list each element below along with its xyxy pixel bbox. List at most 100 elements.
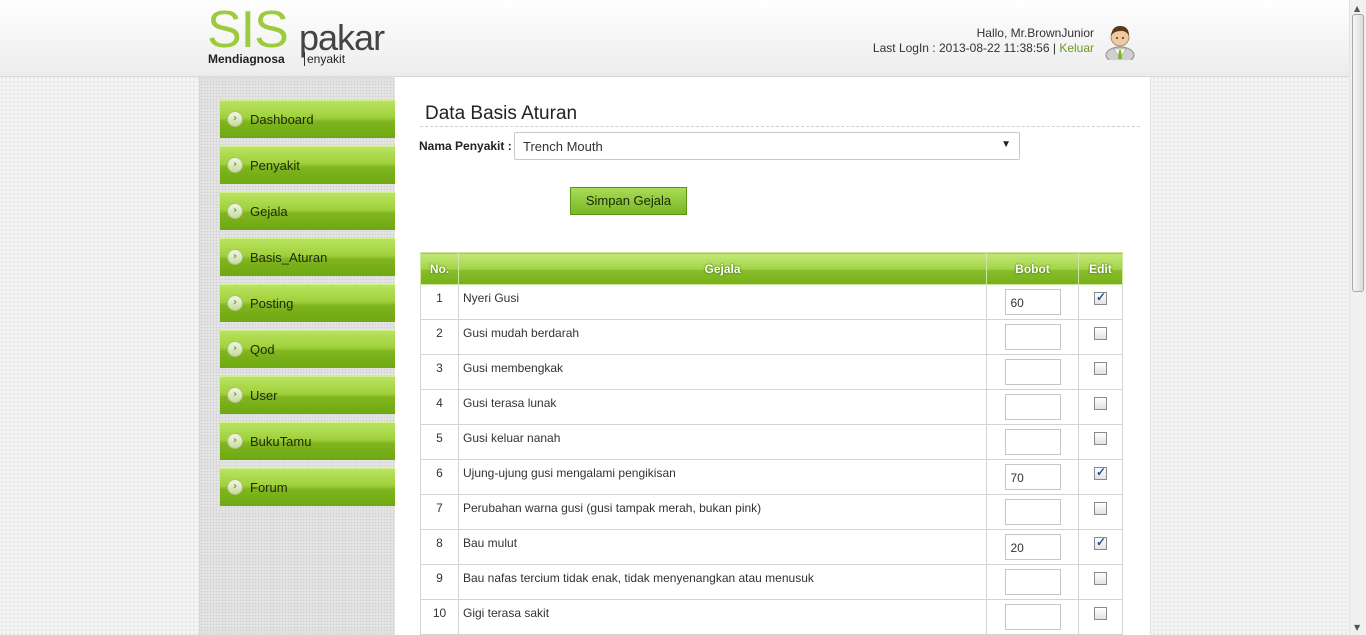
bobot-input[interactable] [1004,324,1061,350]
bobot-input[interactable]: 60 [1004,289,1061,315]
sidebar-item-label: BukuTamu [250,434,312,449]
table-row: 6 Ujung-ujung gusi mengalami pengikisan 70 [420,459,1123,495]
chevron-right-icon: › [227,295,243,311]
sidebar-item-label: User [250,388,278,403]
sidebar-item-user[interactable]: › User [220,376,395,414]
sidebar-menu: › Dashboard › Penyakit › Gejala › Basis_Atur… [220,100,395,514]
sidebar-item-label: Posting [250,296,294,311]
gejala-text: Nyeri Gusi [458,284,987,320]
gejala-text: Gusi terasa lunak [458,389,987,425]
sidebar-item-qod[interactable]: › Qod [220,330,395,368]
sidebar-item-bukutamu[interactable]: › BukuTamu [220,422,395,460]
sidebar: › Dashboard › Penyakit › Gejala › Basis_Atur… [199,77,395,635]
row-number: 4 [420,389,459,425]
app-header: SIS pakar Mendiagnosa enyakit Hallo, Mr.… [0,0,1366,77]
bobot-input[interactable] [1004,604,1061,630]
edit-checkbox[interactable] [1094,327,1107,340]
edit-cell [1078,599,1123,635]
column-header-no: No. [420,252,459,285]
user-info: Hallo, Mr.BrownJunior Last LogIn : 2013-… [873,26,1094,56]
edit-cell [1078,319,1123,355]
logo-sis-text: SIS [207,1,289,59]
scrollbar-thumb[interactable] [1352,14,1364,292]
bobot-input[interactable]: 20 [1004,534,1061,560]
table-row: 2 Gusi mudah berdarah [420,319,1123,355]
bobot-cell [986,389,1079,425]
sidebar-item-penyakit[interactable]: › Penyakit [220,146,395,184]
row-number: 5 [420,424,459,460]
chevron-right-icon: › [227,111,243,127]
edit-cell [1078,564,1123,600]
gejala-table: No. Gejala Bobot Edit 1Nyeri Gusi602Gusi… [420,252,1123,635]
sidebar-item-dashboard[interactable]: › Dashboard [220,100,395,138]
edit-checkbox[interactable] [1094,465,1107,480]
logout-link[interactable]: Keluar [1059,41,1094,55]
gejala-text: Gusi membengkak [458,354,987,390]
bobot-input[interactable] [1004,499,1061,525]
edit-checkbox[interactable] [1094,607,1107,620]
row-number: 7 [420,494,459,530]
chevron-right-icon: › [227,203,243,219]
bobot-cell [986,564,1079,600]
column-header-gejala: Gejala [458,252,987,285]
gejala-text: Gusi keluar nanah [458,424,987,460]
user-avatar-icon[interactable] [1104,22,1136,60]
table-row: 10 Gigi terasa sakit [420,599,1123,635]
logo-tagline-a: Mendiagnosa [208,52,285,66]
logo[interactable]: SIS pakar Mendiagnosa enyakit [207,1,397,68]
row-number: 8 [420,529,459,565]
row-number: 2 [420,319,459,355]
row-number: 9 [420,564,459,600]
edit-cell [1078,354,1123,390]
simpan-gejala-button[interactable]: Simpan Gejala [570,187,687,215]
main-content: Data Basis Aturan Nama Penyakit : Trench… [395,77,1151,635]
bobot-input[interactable] [1004,569,1061,595]
chevron-right-icon: › [227,433,243,449]
nama-penyakit-select[interactable]: Trench Mouth ▼ [514,132,1020,160]
gejala-text: Ujung-ujung gusi mengalami pengikisan [458,459,987,495]
table-row: 7 Perubahan warna gusi (gusi tampak merah… [420,494,1123,530]
edit-checkbox[interactable] [1094,290,1107,305]
sidebar-item-label: Dashboard [250,112,314,127]
nama-penyakit-label: Nama Penyakit : [419,139,512,153]
bobot-input[interactable] [1004,429,1061,455]
edit-checkbox[interactable] [1094,572,1107,585]
scroll-up-icon[interactable]: ▲ [1354,4,1360,13]
chevron-right-icon: › [227,249,243,265]
sidebar-item-label: Qod [250,342,275,357]
edit-cell [1078,284,1123,320]
bobot-input[interactable] [1004,359,1061,385]
logo-pakar-text: pakar [299,17,385,58]
last-login-line: Last LogIn : 2013-08-22 11:38:56 | Kelua… [873,41,1094,56]
sidebar-item-label: Forum [250,480,288,495]
last-login-text: Last LogIn : 2013-08-22 11:38:56 | [872,41,1056,55]
bobot-cell [986,599,1079,635]
edit-checkbox[interactable] [1094,432,1107,445]
gejala-text: Perubahan warna gusi (gusi tampak merah,… [458,494,987,530]
edit-checkbox[interactable] [1094,362,1107,375]
logo-tagline-b: enyakit [304,52,345,66]
column-header-bobot: Bobot [986,252,1079,285]
table-row: 3 Gusi membengkak [420,354,1123,390]
edit-checkbox[interactable] [1094,397,1107,410]
page-title: Data Basis Aturan [425,103,578,124]
sidebar-item-posting[interactable]: › Posting [220,284,395,322]
edit-checkbox[interactable] [1094,502,1107,515]
sidebar-item-gejala[interactable]: › Gejala [220,192,395,230]
sidebar-item-forum[interactable]: › Forum [220,468,395,506]
row-number: 3 [420,354,459,390]
sidebar-item-basis-aturan[interactable]: › Basis_Aturan [220,238,395,276]
caret-down-icon: ▼ [1001,139,1011,150]
edit-cell [1078,529,1123,565]
edit-cell [1078,459,1123,495]
bobot-input[interactable]: 70 [1004,464,1061,490]
chevron-right-icon: › [227,341,243,357]
page-scrollbar[interactable]: ▲ ▼ [1349,0,1366,635]
bobot-cell [986,319,1079,355]
edit-checkbox[interactable] [1094,535,1107,550]
table-row: 9 Bau nafas tercium tidak enak, tidak men… [420,564,1123,600]
bobot-input[interactable] [1004,394,1061,420]
greeting: Hallo, Mr.BrownJunior [976,26,1094,40]
scroll-down-icon[interactable]: ▼ [1354,623,1360,632]
row-number: 1 [420,284,459,320]
